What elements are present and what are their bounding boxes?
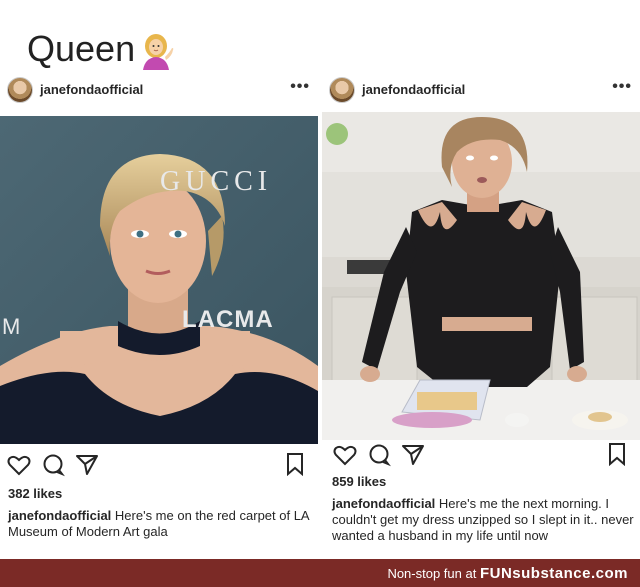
backdrop-letter: M — [2, 314, 21, 339]
post-header: janefondaofficial ••• — [0, 74, 318, 112]
share-icon[interactable] — [400, 442, 426, 468]
avatar[interactable] — [7, 77, 33, 103]
caption-username[interactable]: janefondaofficial — [8, 508, 111, 523]
heart-icon[interactable] — [332, 442, 358, 468]
header: Queen — [0, 0, 640, 74]
caption-username[interactable]: janefondaofficial — [332, 496, 435, 511]
username[interactable]: janefondaofficial — [40, 82, 143, 97]
comment-icon[interactable] — [366, 442, 392, 468]
footer-bar: Non-stop fun at FUNsubstance.com — [0, 559, 640, 587]
kitchen-photo — [322, 112, 640, 440]
like-count[interactable]: 382 likes — [8, 486, 62, 501]
page-title: Queen — [27, 28, 136, 69]
bookmark-icon[interactable] — [606, 442, 628, 466]
post-photo[interactable]: GUCCI LACMA M — [0, 116, 318, 444]
bookmark-icon[interactable] — [284, 452, 306, 476]
more-options-button[interactable]: ••• — [612, 78, 632, 96]
post-photo[interactable] — [322, 112, 640, 440]
avatar[interactable] — [329, 77, 355, 103]
share-icon[interactable] — [74, 452, 100, 478]
comment-icon[interactable] — [40, 452, 66, 478]
like-count[interactable]: 859 likes — [332, 474, 386, 489]
woman-tipping-hand-icon — [143, 34, 174, 70]
heart-icon[interactable] — [6, 452, 32, 478]
post-left: janefondaofficial ••• GUCCI LACMA M 382 … — [0, 74, 318, 554]
caption: janefondaofficial Here's me the next mor… — [332, 496, 634, 544]
lacma-logo-text: LACMA — [182, 306, 274, 333]
caption: janefondaofficial Here's me on the red c… — [8, 508, 312, 540]
footer-prefix: Non-stop fun at — [387, 566, 477, 581]
post-right: janefondaofficial ••• 859 likes janefond… — [322, 74, 640, 554]
more-options-button[interactable]: ••• — [290, 78, 310, 96]
footer-text: Non-stop fun at FUNsubstance.com — [387, 565, 628, 582]
post-actions — [6, 452, 310, 480]
post-actions — [328, 442, 632, 470]
username[interactable]: janefondaofficial — [362, 82, 465, 97]
footer-brand-link[interactable]: FUNsubstance.com — [480, 565, 628, 582]
gucci-logo-text: GUCCI — [160, 166, 273, 197]
post-header: janefondaofficial ••• — [322, 74, 640, 112]
